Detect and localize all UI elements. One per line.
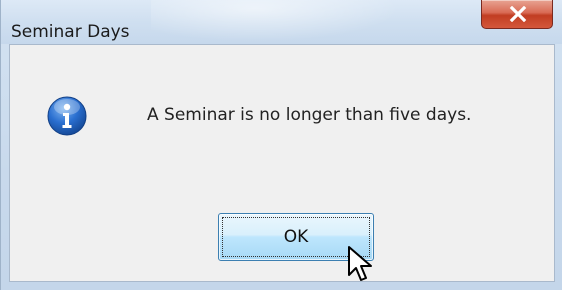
close-button[interactable]	[481, 0, 553, 29]
info-icon	[47, 96, 87, 136]
title-bar-glass	[151, 0, 411, 44]
title-bar[interactable]: Seminar Days	[1, 0, 562, 44]
mouse-pointer-icon	[348, 246, 372, 281]
ok-button-label: OK	[283, 227, 309, 247]
close-icon	[509, 6, 527, 22]
window-title: Seminar Days	[11, 22, 130, 42]
message-dialog: Seminar Days A Seminar is no longer than…	[0, 0, 562, 290]
message-text: A Seminar is no longer than five days.	[147, 105, 472, 125]
dialog-content: A Seminar is no longer than five days. O…	[9, 44, 555, 282]
